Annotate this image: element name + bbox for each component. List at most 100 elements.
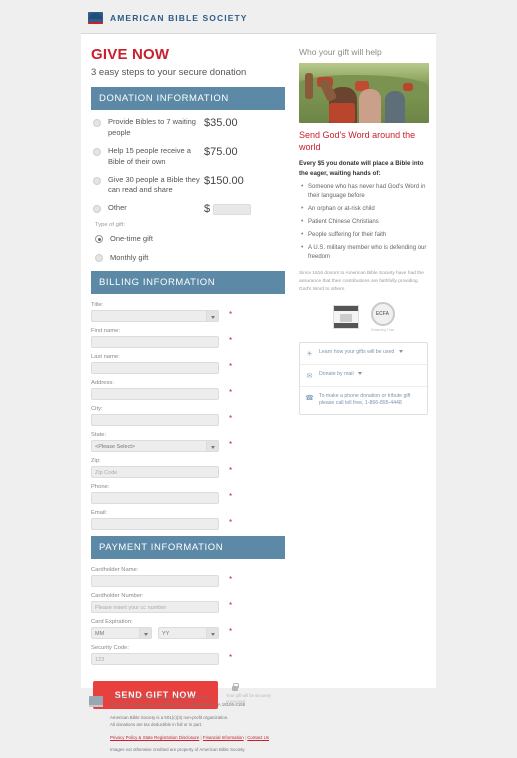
people-holding-bibles-photo — [299, 63, 429, 123]
chevron-down-icon[interactable] — [398, 349, 403, 353]
expiration-year-select[interactable]: YY — [158, 627, 219, 640]
expiration-year-value: YY — [162, 631, 170, 638]
gift-type-onetime-label: One-time gift — [110, 233, 153, 243]
footer-copyright: © 2018 American Bible Society. All Right… — [110, 695, 212, 700]
field-cardholder-number: Cardholder Number: Please insert your cc… — [91, 593, 291, 614]
donation-option-other-row[interactable]: Other $ — [93, 203, 291, 215]
last-name-input[interactable] — [91, 362, 219, 375]
other-amount-group: $ — [204, 203, 252, 216]
field-phone-label: Phone: — [91, 484, 110, 491]
form-column: GIVE NOW 3 easy steps to your secure don… — [81, 34, 291, 710]
donation-options: Provide Bibles to 7 waiting people $35.0… — [91, 110, 291, 263]
badge-center — [339, 313, 352, 322]
footer-link-privacy[interactable]: Privacy Policy & State Registration Disc… — [110, 735, 199, 740]
donation-option-radio[interactable] — [93, 147, 101, 156]
state-select[interactable]: <Please Select> — [91, 440, 219, 453]
cardholder-name-input[interactable] — [91, 575, 219, 588]
address-input[interactable] — [91, 388, 219, 401]
charity-navigator-badge — [332, 304, 359, 329]
donation-option-row[interactable]: Help 15 people receive a Bible of their … — [93, 146, 291, 168]
contact-option-learn[interactable]: ☀ Learn how your gifts will be used — [300, 343, 427, 365]
phone-input[interactable] — [91, 492, 219, 505]
other-amount-input[interactable] — [213, 203, 252, 215]
gift-type-monthly-radio[interactable] — [95, 254, 103, 263]
cardholder-number-input[interactable]: Please insert your cc number — [91, 601, 219, 614]
donation-option-radio[interactable] — [93, 119, 101, 127]
gift-type-onetime-radio[interactable] — [95, 235, 103, 244]
logo-row[interactable]: AMERICAN BIBLE SOCIETY — [88, 12, 517, 24]
chevron-down-icon[interactable] — [206, 441, 218, 452]
security-code-label: Security Code: — [91, 645, 130, 652]
security-code-input[interactable]: 123 — [91, 653, 219, 666]
donation-option-row[interactable]: Give 30 people a Bible they can read and… — [93, 175, 291, 197]
footer-links: Privacy Policy & State Registration Disc… — [110, 734, 269, 741]
payment-section-header: PAYMENT INFORMATION — [91, 536, 285, 560]
chevron-down-icon[interactable] — [139, 628, 151, 639]
expiration-month-select[interactable]: MM — [91, 627, 152, 640]
photo-bible — [403, 83, 413, 91]
field-city-label: City: — [91, 406, 103, 413]
dollar-sign: $ — [204, 203, 211, 216]
required-marker: * — [229, 362, 233, 372]
sidebar-heading: Send God's Word around the world — [299, 130, 416, 152]
contact-option-mail-text: Donate by mail — [319, 370, 354, 377]
photo-figure — [305, 73, 313, 99]
sidebar-column: Who your gift will help Send God's Word … — [291, 34, 436, 709]
cardholder-name-label: Cardholder Name: — [91, 567, 139, 574]
field-card-expiration: Card Expiration: MM YY * — [91, 619, 291, 640]
contact-option-mail-label: Donate by mail — [319, 370, 363, 379]
list-item: Someone who has never had God's Word in … — [299, 182, 428, 201]
gift-type-monthly[interactable]: Monthly gift — [95, 252, 291, 263]
donation-option-other-radio[interactable] — [93, 205, 101, 214]
charity-navigator-seal-icon — [332, 304, 359, 329]
billing-fields: Title: * First name: * Last name: * Addr… — [91, 294, 291, 531]
required-marker: * — [229, 601, 233, 611]
mail-icon: ✉ — [306, 372, 313, 380]
main-card: GIVE NOW 3 easy steps to your secure don… — [81, 33, 436, 710]
city-input[interactable] — [91, 414, 219, 427]
gift-type-label: Type of gift: — [95, 222, 125, 229]
chevron-down-icon[interactable] — [358, 371, 363, 375]
required-marker: * — [229, 388, 233, 398]
required-marker: * — [229, 466, 233, 476]
state-select-value: <Please Select> — [95, 444, 136, 451]
donation-option-label: Help 15 people receive a Bible of their … — [108, 145, 191, 166]
zip-input[interactable]: Zip Code — [91, 466, 219, 479]
field-first-name-label: First name: — [91, 328, 120, 335]
list-item: Patient Chinese Christians — [299, 217, 428, 228]
gift-type-onetime[interactable]: One-time gift — [95, 233, 291, 244]
field-zip-label: Zip: — [91, 458, 101, 465]
required-marker: * — [229, 336, 233, 346]
ecfa-seal-icon: ECFA — [370, 301, 395, 326]
first-name-input[interactable] — [91, 336, 219, 349]
site-footer: © 2018 American Bible Society. All Right… — [81, 690, 436, 754]
expiration-row: MM YY — [91, 627, 291, 640]
field-address: Address: * — [91, 380, 291, 401]
footer-link-financial[interactable]: Financial Information — [203, 735, 244, 740]
contact-option-phone[interactable]: ☎ To make a phone donation or tribute gi… — [300, 387, 427, 415]
billing-section-header: BILLING INFORMATION — [91, 271, 285, 295]
donation-option-amount: $35.00 — [204, 117, 238, 129]
chevron-down-icon[interactable] — [206, 628, 218, 639]
sidebar-bullet-list: Someone who has never had God's Word in … — [299, 182, 428, 262]
ecfa-badge: ECFA Enhancing Trust — [370, 301, 395, 332]
expiration-month-value: MM — [95, 631, 105, 638]
title-select[interactable] — [91, 310, 219, 323]
list-item: An orphan or at-risk child — [299, 204, 428, 215]
chevron-down-icon[interactable] — [206, 311, 218, 322]
field-last-name-label: Last name: — [91, 354, 120, 361]
field-title-label: Title: — [91, 302, 104, 309]
donation-option-row[interactable]: Provide Bibles to 7 waiting people $35.0… — [93, 117, 291, 139]
email-input[interactable] — [91, 518, 219, 531]
list-item: A U.S. military member who is defending … — [299, 243, 428, 262]
required-marker: * — [229, 492, 233, 502]
contact-option-mail[interactable]: ✉ Donate by mail — [300, 365, 427, 387]
donation-option-radio[interactable] — [93, 176, 101, 185]
required-marker: * — [229, 627, 233, 637]
card-expiration-label: Card Expiration: — [91, 619, 133, 626]
page-subtitle: 3 easy steps to your secure donation — [91, 67, 247, 78]
footer-link-contact[interactable]: Contact Us — [247, 735, 269, 740]
footer-address: 101 North Independence Mall East FL8, Ph… — [110, 702, 246, 708]
phone-icon: ☎ — [305, 394, 314, 402]
badge-top-bar — [333, 305, 358, 311]
